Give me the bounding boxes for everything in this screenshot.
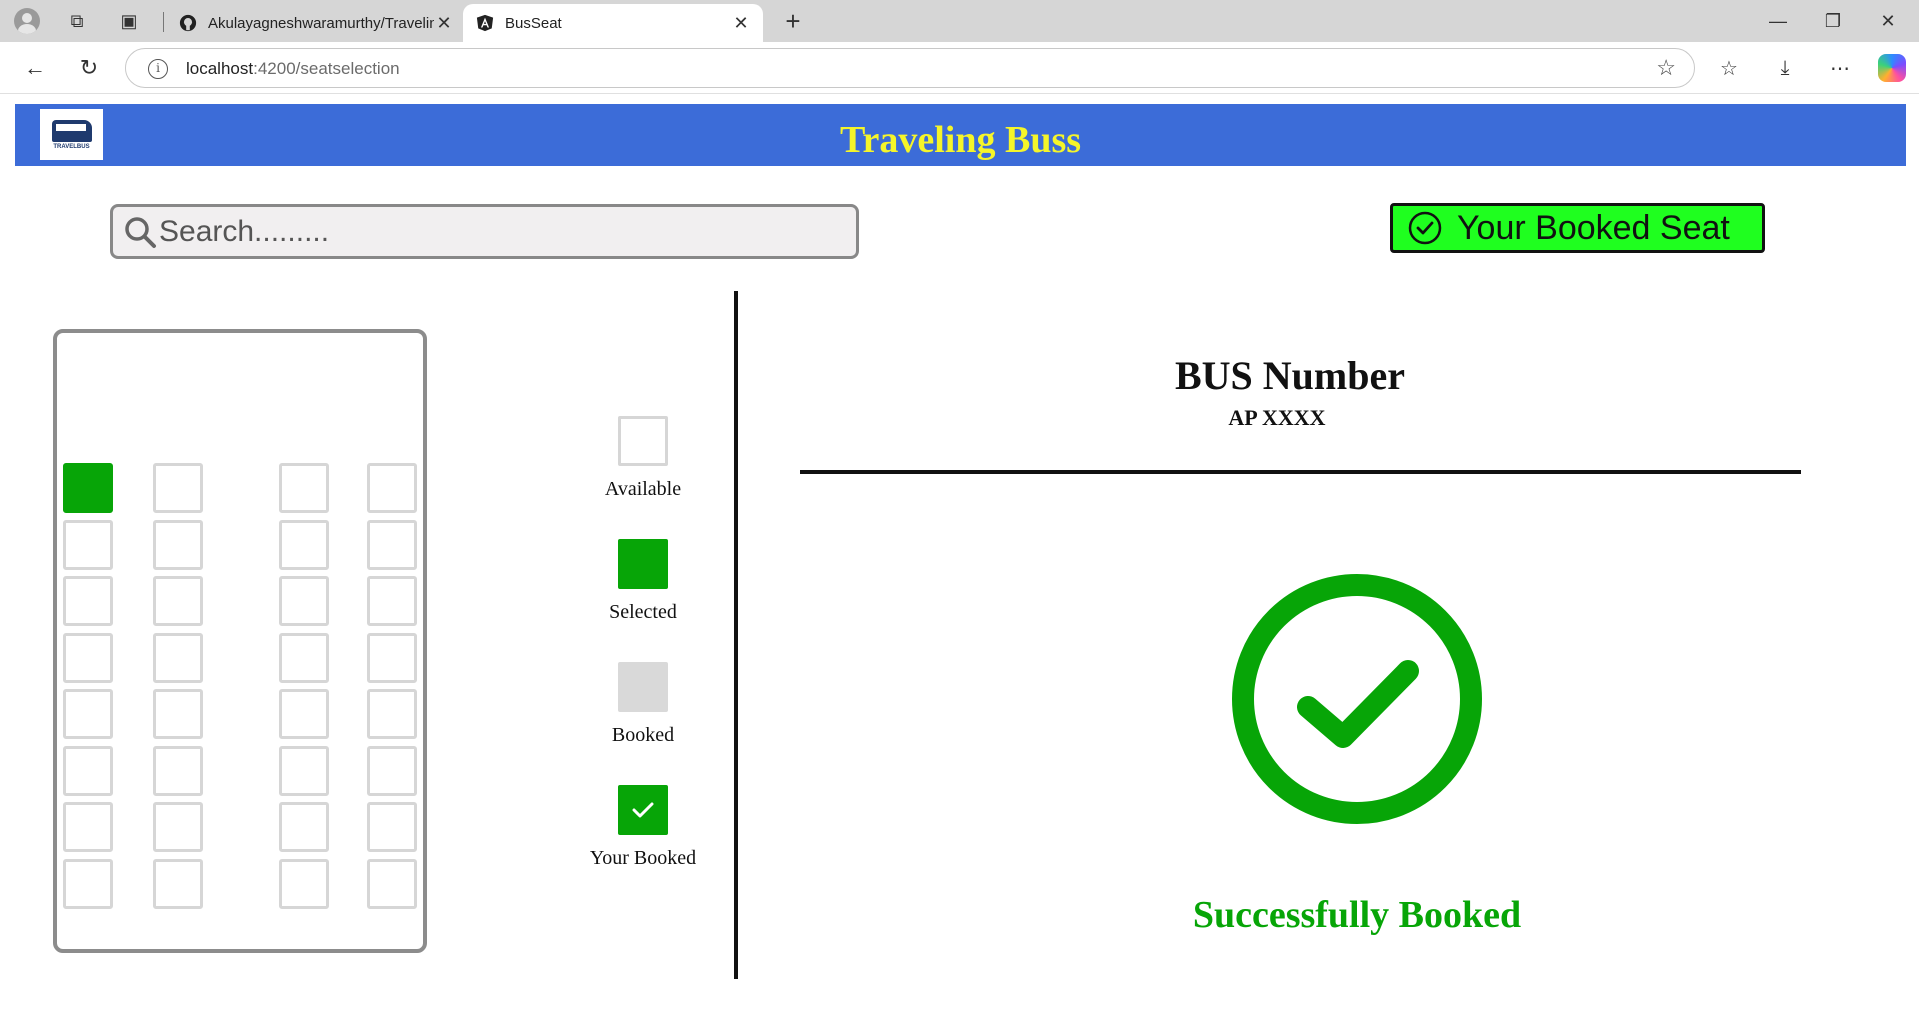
booked-button-label: Your Booked Seat bbox=[1457, 208, 1730, 247]
back-arrow-icon[interactable]: ← bbox=[20, 54, 50, 82]
seat[interactable] bbox=[367, 520, 417, 570]
seat-map bbox=[53, 329, 427, 953]
angular-icon bbox=[475, 13, 495, 33]
close-window-icon[interactable]: ✕ bbox=[1873, 8, 1903, 34]
success-check-icon bbox=[1232, 574, 1482, 824]
favorites-icon[interactable]: ☆ bbox=[1714, 54, 1744, 82]
seat[interactable] bbox=[153, 633, 203, 683]
minimize-icon[interactable]: — bbox=[1763, 8, 1793, 34]
downloads-icon[interactable]: ⤓ bbox=[1770, 54, 1800, 82]
profile-icon[interactable] bbox=[14, 8, 40, 34]
legend-label: Booked bbox=[611, 724, 675, 746]
horizontal-divider bbox=[800, 470, 1801, 474]
new-tab-button[interactable]: + bbox=[778, 6, 808, 37]
seat[interactable] bbox=[63, 576, 113, 626]
seat[interactable] bbox=[279, 463, 329, 513]
legend-selected-swatch bbox=[618, 539, 668, 589]
seat[interactable] bbox=[279, 633, 329, 683]
seat[interactable] bbox=[279, 859, 329, 909]
tab-title: BusSeat bbox=[505, 14, 562, 32]
browser-tab-bar: ⧉ ▣ Akulayagneshwaramurthy/Traveling ✕ B… bbox=[0, 0, 1919, 42]
seat[interactable] bbox=[153, 463, 203, 513]
search-placeholder: Search......... bbox=[159, 215, 330, 248]
seat[interactable] bbox=[367, 802, 417, 852]
legend-available: Available bbox=[563, 416, 723, 501]
legend-label: Selected bbox=[609, 601, 677, 623]
seat[interactable] bbox=[279, 746, 329, 796]
seat[interactable] bbox=[367, 689, 417, 739]
checkmark-icon bbox=[632, 802, 654, 818]
seat[interactable] bbox=[63, 746, 113, 796]
seat[interactable] bbox=[63, 859, 113, 909]
tab-close-icon[interactable]: ✕ bbox=[731, 13, 751, 34]
seat[interactable] bbox=[367, 859, 417, 909]
seat[interactable] bbox=[153, 520, 203, 570]
search-input[interactable]: Search......... bbox=[110, 204, 859, 259]
legend-booked: Booked bbox=[563, 662, 723, 747]
tab-busseat[interactable]: BusSeat ✕ bbox=[463, 4, 763, 42]
vertical-divider bbox=[734, 291, 738, 979]
seat[interactable] bbox=[63, 463, 113, 513]
seat[interactable] bbox=[153, 576, 203, 626]
seat[interactable] bbox=[279, 802, 329, 852]
legend-your-booked-swatch bbox=[618, 785, 668, 835]
github-icon bbox=[178, 13, 198, 33]
tab-title: Akulayagneshwaramurthy/Traveling bbox=[208, 14, 434, 32]
app-header: TRAVELBUS Traveling Buss bbox=[15, 104, 1906, 166]
seat[interactable] bbox=[367, 463, 417, 513]
seat[interactable] bbox=[63, 689, 113, 739]
success-message: Successfully Booked bbox=[1192, 894, 1522, 936]
workspaces-icon[interactable]: ⧉ bbox=[66, 10, 88, 32]
url-path: :4200/seatselection bbox=[253, 59, 400, 78]
check-circle-icon bbox=[1408, 211, 1442, 245]
copilot-icon[interactable] bbox=[1878, 54, 1906, 82]
your-booked-seat-button[interactable]: Your Booked Seat bbox=[1390, 203, 1765, 253]
seat[interactable] bbox=[279, 520, 329, 570]
search-icon bbox=[125, 217, 156, 248]
seat[interactable] bbox=[153, 859, 203, 909]
tab-close-icon[interactable]: ✕ bbox=[434, 13, 454, 34]
url-host: localhost bbox=[186, 59, 254, 78]
reload-icon[interactable]: ↻ bbox=[74, 54, 104, 82]
legend-label: Available bbox=[604, 478, 682, 500]
seat[interactable] bbox=[153, 802, 203, 852]
legend-your-booked: Your Booked bbox=[563, 785, 723, 870]
favorite-star-icon[interactable]: ☆ bbox=[1656, 55, 1676, 81]
vertical-tabs-icon[interactable]: ▣ bbox=[118, 10, 140, 32]
more-menu-icon[interactable]: ⋯ bbox=[1825, 54, 1855, 82]
site-info-icon[interactable]: i bbox=[148, 59, 168, 79]
bus-code: AP XXXX bbox=[1228, 405, 1326, 430]
legend-booked-swatch bbox=[618, 662, 668, 712]
legend-available-swatch bbox=[618, 416, 668, 466]
seat[interactable] bbox=[279, 576, 329, 626]
seat[interactable] bbox=[279, 689, 329, 739]
address-bar-row: ← ↻ i localhost:4200/seatselection ☆ ☆ ⤓… bbox=[0, 42, 1919, 94]
seat[interactable] bbox=[153, 746, 203, 796]
seat[interactable] bbox=[367, 576, 417, 626]
seat[interactable] bbox=[367, 746, 417, 796]
legend-label: Your Booked bbox=[589, 847, 697, 869]
restore-icon[interactable]: ❐ bbox=[1818, 8, 1848, 34]
legend-selected: Selected bbox=[563, 539, 723, 624]
tab-separator bbox=[163, 12, 164, 32]
app-title: Traveling Buss bbox=[839, 119, 1082, 161]
tab-github[interactable]: Akulayagneshwaramurthy/Traveling ✕ bbox=[166, 4, 466, 42]
seat[interactable] bbox=[63, 633, 113, 683]
url-field[interactable]: i localhost:4200/seatselection ☆ bbox=[125, 48, 1695, 88]
seat[interactable] bbox=[367, 633, 417, 683]
bus-number-heading: BUS Number bbox=[1174, 353, 1406, 398]
seat[interactable] bbox=[63, 802, 113, 852]
seat[interactable] bbox=[63, 520, 113, 570]
url-text: localhost:4200/seatselection bbox=[186, 59, 400, 79]
seat[interactable] bbox=[153, 689, 203, 739]
